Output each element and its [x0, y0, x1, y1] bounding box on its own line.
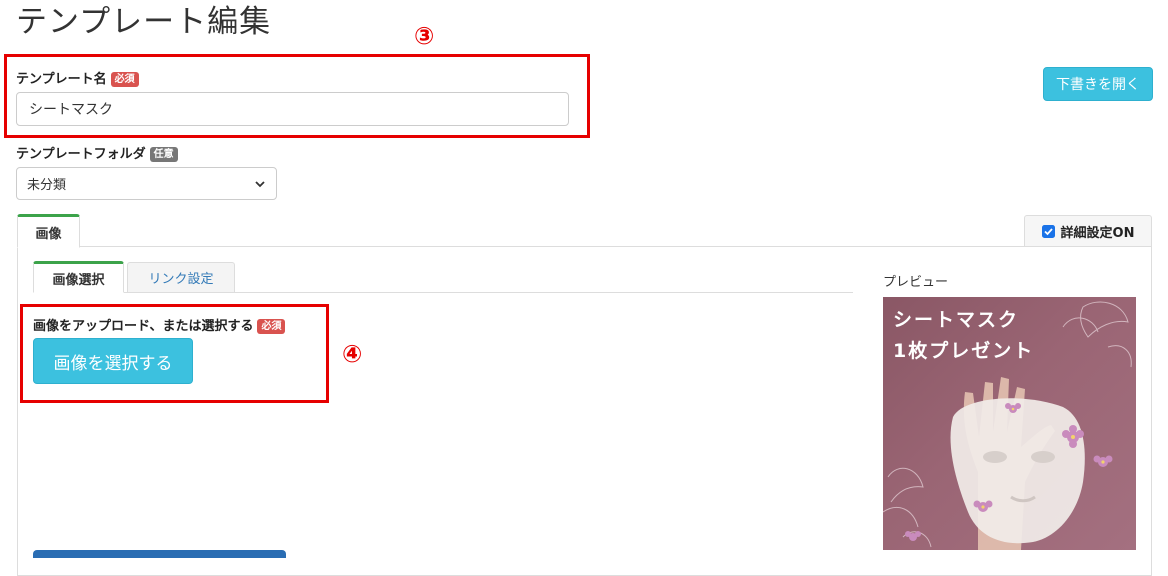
bottom-action-button[interactable]	[33, 550, 286, 558]
page-title: テンプレート編集	[16, 4, 272, 40]
upload-label-text: 画像をアップロード、または選択する	[33, 319, 254, 334]
optional-badge: 任意	[149, 147, 178, 162]
preview-title-line-2: 1枚プレゼント	[893, 340, 1035, 362]
template-folder-select[interactable]: 未分類	[16, 167, 277, 200]
open-draft-button[interactable]: 下書きを開く	[1043, 67, 1153, 101]
advanced-settings-label: 詳細設定ON	[1060, 225, 1135, 241]
template-folder-label: テンプレートフォルダ 任意	[16, 143, 178, 162]
tab-link-settings[interactable]: リンク設定	[127, 262, 235, 292]
preview-image: シートマスク 1枚プレゼント	[883, 297, 1136, 550]
tab-link-settings-label: リンク設定	[148, 272, 214, 287]
tab-image-select[interactable]: 画像選択	[33, 261, 124, 293]
template-name-label-text: テンプレート名	[16, 72, 107, 87]
select-image-button-label: 画像を選択する	[53, 353, 173, 374]
upload-required-badge: 必須	[257, 319, 286, 334]
tab-image-label: 画像	[35, 226, 62, 242]
preview-title-line-1: シートマスク	[893, 309, 1020, 331]
template-folder-selected: 未分類	[27, 178, 67, 193]
upload-label: 画像をアップロード、または選択する 必須	[33, 315, 286, 334]
annotation-step-4: ④	[342, 340, 363, 368]
select-image-button[interactable]: 画像を選択する	[33, 338, 193, 384]
checkbox-checked-icon[interactable]	[1041, 224, 1055, 238]
chevron-down-icon	[254, 178, 266, 190]
template-name-label: テンプレート名 必須	[16, 68, 139, 87]
open-draft-button-label: 下書きを開く	[1056, 77, 1140, 93]
advanced-settings-toggle[interactable]: 詳細設定ON	[1024, 215, 1152, 246]
required-badge: 必須	[110, 72, 139, 87]
tab-image[interactable]: 画像	[17, 214, 80, 248]
template-name-input[interactable]: シートマスク	[16, 92, 569, 126]
inner-tabs-divider	[33, 292, 853, 293]
preview-heading: プレビュー	[883, 275, 949, 290]
template-folder-label-text: テンプレートフォルダ	[16, 147, 146, 162]
template-name-value: シートマスク	[29, 102, 113, 118]
annotation-step-3: ③	[414, 22, 435, 50]
tab-image-select-label: 画像選択	[52, 272, 105, 288]
